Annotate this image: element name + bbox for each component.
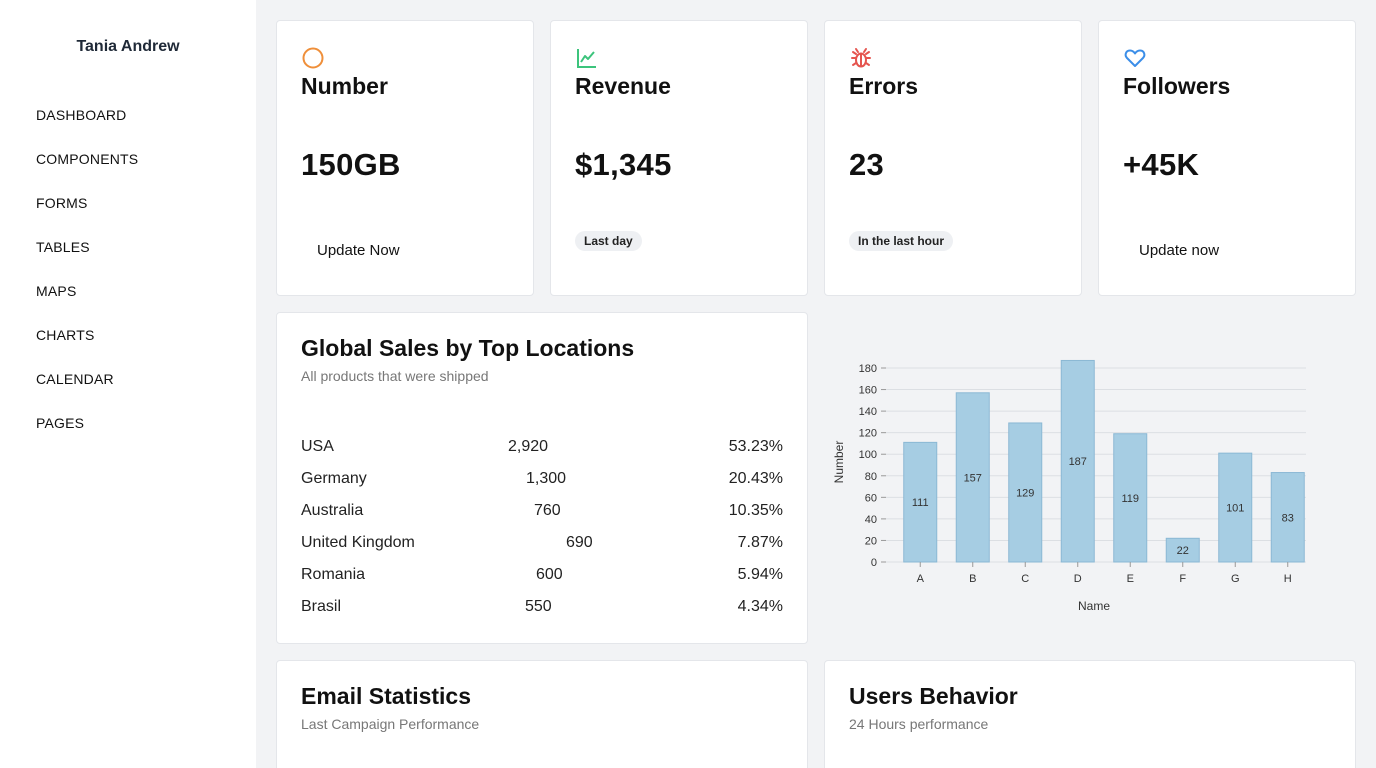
stat-value: +45K: [1123, 147, 1200, 182]
sidebar-item-pages[interactable]: PAGES: [36, 413, 138, 457]
country-cell: Germany: [301, 470, 367, 487]
percent-cell: 5.94%: [737, 566, 783, 583]
data-label: 101: [1226, 503, 1244, 515]
y-tick-label: 120: [859, 428, 877, 440]
y-tick-label: 0: [871, 557, 877, 569]
table-row: Australia 760 10.35%: [301, 502, 783, 526]
sidebar-item-charts[interactable]: CHARTS: [36, 325, 138, 369]
y-tick-label: 80: [865, 471, 877, 483]
y-tick-label: 140: [859, 406, 877, 418]
section-title: Global Sales by Top Locations: [301, 335, 635, 361]
y-tick-label: 20: [865, 535, 877, 547]
x-tick-label: E: [1127, 573, 1134, 585]
table-row: USA 2,920 53.23%: [301, 438, 783, 462]
stat-card-followers: Followers +45K Update now: [1098, 20, 1356, 296]
table-row: United Kingdom 690 7.87%: [301, 534, 783, 558]
user-name[interactable]: Tania Andrew: [0, 38, 256, 56]
data-label: 187: [1069, 456, 1087, 468]
circle-icon: [302, 47, 324, 69]
sales-cell: 550: [525, 598, 552, 615]
percent-cell: 7.87%: [737, 534, 783, 551]
percent-cell: 53.23%: [728, 438, 783, 455]
global-sales-card: Global Sales by Top Locations All produc…: [276, 312, 808, 644]
bar-chart: 0 20 40 60 80 100 120 140 160 180 111 A 157 B 129 C 187 D…: [832, 359, 1306, 613]
line-chart-icon: [577, 49, 596, 68]
stat-title: Errors: [849, 73, 919, 99]
country-cell: United Kingdom: [301, 534, 415, 551]
country-cell: USA: [301, 438, 334, 455]
sidebar-item-calendar[interactable]: CALENDAR: [36, 369, 138, 413]
section-subtitle: Last Campaign Performance: [301, 716, 480, 732]
data-label: 111: [912, 497, 929, 509]
stat-value: 23: [849, 147, 885, 182]
x-tick-label: D: [1074, 573, 1082, 585]
x-tick-label: A: [917, 573, 925, 585]
sidebar-item-components[interactable]: COMPONENTS: [36, 149, 138, 193]
table-row: Romania 600 5.94%: [301, 566, 783, 590]
sales-cell: 2,920: [508, 438, 549, 455]
section-title: Users Behavior: [849, 683, 1018, 709]
table-row: Brasil 550 4.34%: [301, 598, 783, 622]
y-tick-label: 40: [865, 514, 877, 526]
y-tick-label: 160: [859, 385, 877, 397]
data-label: 157: [964, 472, 982, 484]
stat-value: $1,345: [575, 147, 672, 182]
percent-cell: 10.35%: [728, 502, 783, 519]
sidebar-item-forms[interactable]: FORMS: [36, 193, 138, 237]
section-subtitle: All products that were shipped: [301, 368, 489, 384]
x-tick-label: B: [969, 573, 976, 585]
sidebar: Tania Andrew DASHBOARD COMPONENTS FORMS …: [0, 0, 256, 768]
percent-cell: 20.43%: [728, 470, 783, 487]
stat-card-number: Number 150GB Update Now: [276, 20, 534, 296]
sidebar-item-maps[interactable]: MAPS: [36, 281, 138, 325]
y-tick-label: 180: [859, 363, 877, 375]
stat-title: Followers: [1123, 73, 1231, 99]
percent-cell: 4.34%: [737, 598, 783, 615]
users-behavior-card: Users Behavior 24 Hours performance: [824, 660, 1356, 768]
x-tick-label: G: [1231, 573, 1240, 585]
stat-title: Number: [301, 73, 388, 99]
section-title: Email Statistics: [301, 683, 472, 709]
country-cell: Australia: [301, 502, 364, 519]
y-tick-label: 100: [859, 449, 877, 461]
email-statistics-card: Email Statistics Last Campaign Performan…: [276, 660, 808, 768]
heart-icon: [1124, 49, 1146, 67]
sales-cell: 600: [536, 566, 563, 583]
data-label: 129: [1016, 487, 1034, 499]
update-now-button[interactable]: Update Now: [317, 242, 400, 259]
sales-cell: 760: [534, 502, 561, 519]
y-axis-label: Number: [832, 441, 846, 484]
stat-card-errors: Errors 23 In the last hour: [824, 20, 1082, 296]
data-label: 83: [1282, 512, 1294, 524]
sidebar-item-dashboard[interactable]: DASHBOARD: [36, 105, 138, 149]
sales-cell: 690: [566, 534, 593, 551]
x-axis-label: Name: [1078, 599, 1110, 613]
stat-card-revenue: Revenue $1,345 Last day: [550, 20, 808, 296]
period-badge: In the last hour: [849, 231, 954, 251]
stat-value: 150GB: [301, 147, 401, 182]
period-badge: Last day: [575, 231, 642, 251]
country-cell: Romania: [301, 566, 366, 583]
section-subtitle: 24 Hours performance: [849, 716, 989, 732]
stat-title: Revenue: [575, 73, 671, 99]
y-tick-label: 60: [865, 492, 877, 504]
table-row: Germany 1,300 20.43%: [301, 470, 783, 494]
x-tick-label: F: [1179, 573, 1186, 585]
x-tick-label: C: [1021, 573, 1029, 585]
sales-cell: 1,300: [526, 470, 567, 487]
sidebar-item-tables[interactable]: TABLES: [36, 237, 138, 281]
data-label: 119: [1121, 493, 1139, 505]
update-now-button[interactable]: Update now: [1139, 242, 1219, 259]
data-label: 22: [1177, 545, 1189, 557]
country-cell: Brasil: [301, 598, 342, 615]
x-tick-label: H: [1284, 573, 1292, 585]
bug-icon: [851, 48, 871, 68]
sidebar-nav: DASHBOARD COMPONENTS FORMS TABLES MAPS C…: [36, 105, 138, 457]
